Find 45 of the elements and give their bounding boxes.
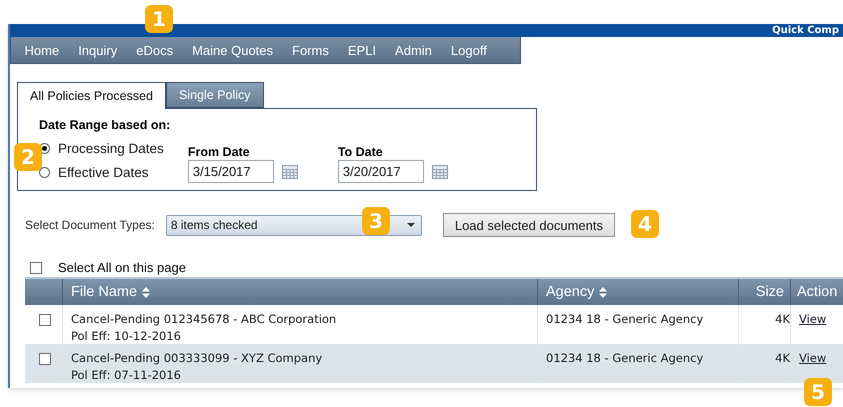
agency-name: 01234 18 - Generic Agency [546, 351, 704, 365]
callout-badge: 4 [631, 210, 659, 238]
checkbox-label: Select All on this page [58, 260, 186, 275]
field-label: To Date [338, 145, 384, 159]
view-link[interactable]: View [799, 312, 843, 326]
caret-icon[interactable] [406, 223, 415, 227]
callout-badge: 5 [804, 378, 832, 406]
callout-badge: 3 [362, 207, 390, 235]
nav-item[interactable]: Logoff [441, 42, 496, 58]
file-name: Cancel-Pending 012345678 - ABC Corporation [71, 312, 338, 326]
file-name: Cancel-Pending 003333099 - XYZ Company [71, 351, 324, 365]
agency-name: 01234 18 - Generic Agency [546, 312, 704, 326]
view-link[interactable]: View [799, 351, 843, 365]
file-size: 4K [775, 351, 790, 365]
nav-item[interactable]: Inquiry [68, 42, 127, 58]
sort-icon[interactable] [142, 286, 150, 298]
field-label: From Date [188, 145, 251, 159]
checkbox[interactable] [39, 353, 51, 365]
nav-item[interactable]: EPLI [338, 42, 386, 58]
radio-label: Processing Dates [58, 141, 164, 156]
nav-item[interactable]: Forms [282, 42, 338, 58]
effective-date: Pol Eff: 07-11-2016 [71, 368, 182, 382]
callout-badge: 2 [14, 143, 42, 171]
calendar-icon[interactable] [432, 164, 448, 178]
calendar-icon[interactable] [282, 164, 298, 178]
date-field[interactable]: 3/20/2017 [338, 160, 424, 183]
field-label: Select Document Types: [25, 218, 155, 232]
file-size: 4K [775, 312, 790, 326]
effective-date: Pol Eff: 10-12-2016 [71, 329, 182, 343]
nav-item[interactable]: Admin [386, 42, 442, 58]
page-title: Quick Comp [772, 24, 839, 36]
nav-item[interactable]: Maine Quotes [182, 42, 283, 58]
load-documents-button[interactable]: Load selected documents [442, 213, 615, 237]
date-field[interactable]: 3/15/2017 [188, 160, 274, 183]
checkbox[interactable] [30, 262, 42, 274]
nav-item[interactable]: eDocs [126, 42, 183, 58]
tab[interactable]: All Policies Processed [17, 82, 166, 109]
tab[interactable]: Single Policy [166, 82, 264, 108]
radio-button[interactable] [39, 167, 50, 178]
sort-icon[interactable] [599, 286, 608, 298]
checkbox[interactable] [39, 314, 51, 326]
radio-label: Effective Dates [58, 165, 149, 180]
section-heading: Date Range based on: [39, 118, 170, 132]
callout-badge: 1 [145, 5, 173, 33]
nav-item[interactable]: Home [15, 42, 69, 58]
